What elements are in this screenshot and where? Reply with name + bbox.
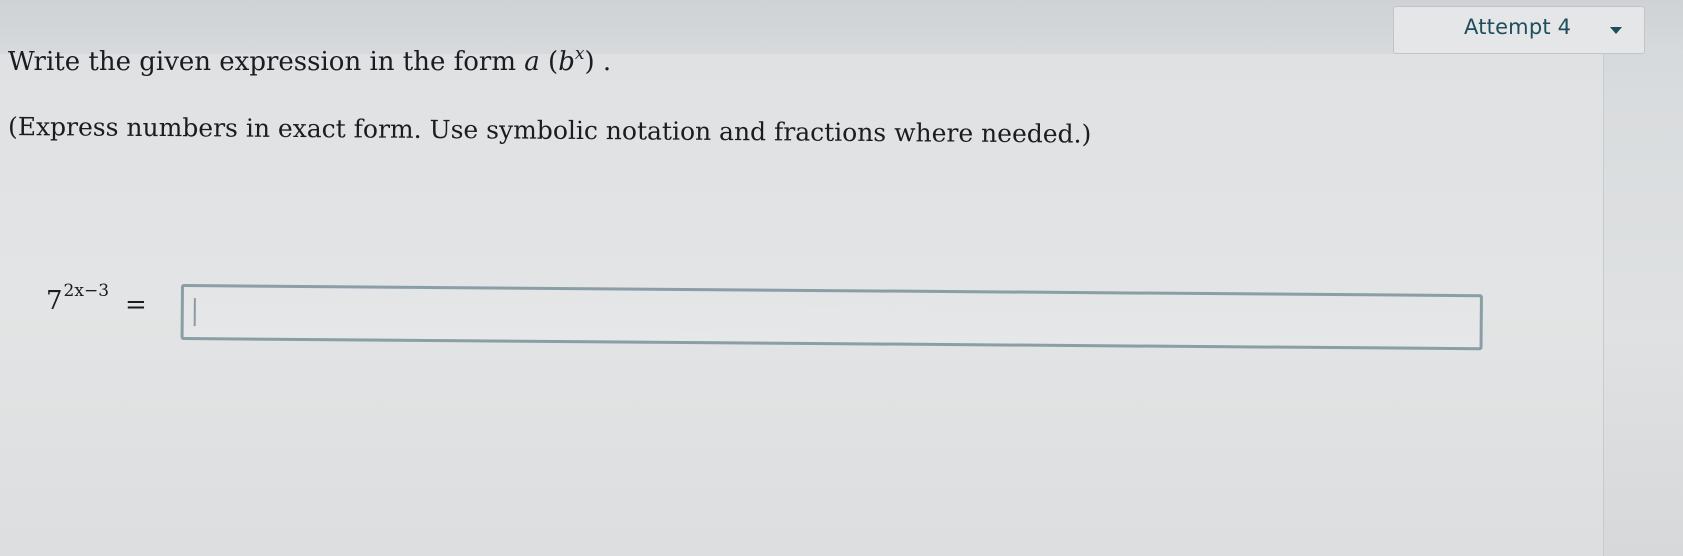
form-close: ) . (584, 47, 612, 77)
given-expression: 72x−3 (46, 281, 109, 316)
text-cursor-icon (193, 298, 196, 327)
question-instruction: Write the given expression in the form a… (8, 44, 612, 77)
form-a: a (524, 47, 540, 77)
caret-down-icon (1610, 27, 1622, 34)
expression-base: 7 (46, 286, 63, 316)
equals-sign: = (125, 290, 147, 320)
form-b: b (558, 47, 575, 77)
answer-input[interactable] (191, 293, 1462, 342)
instruction-text: Write the given expression in the form (8, 47, 525, 77)
form-open: ( (539, 47, 559, 77)
answer-field[interactable] (180, 284, 1483, 351)
expression-exponent: 2x−3 (63, 281, 110, 301)
attempt-label: Attempt 4 (1464, 15, 1572, 39)
attempt-dropdown[interactable]: Attempt 4 (1393, 6, 1645, 54)
form-exponent: x (574, 44, 585, 64)
